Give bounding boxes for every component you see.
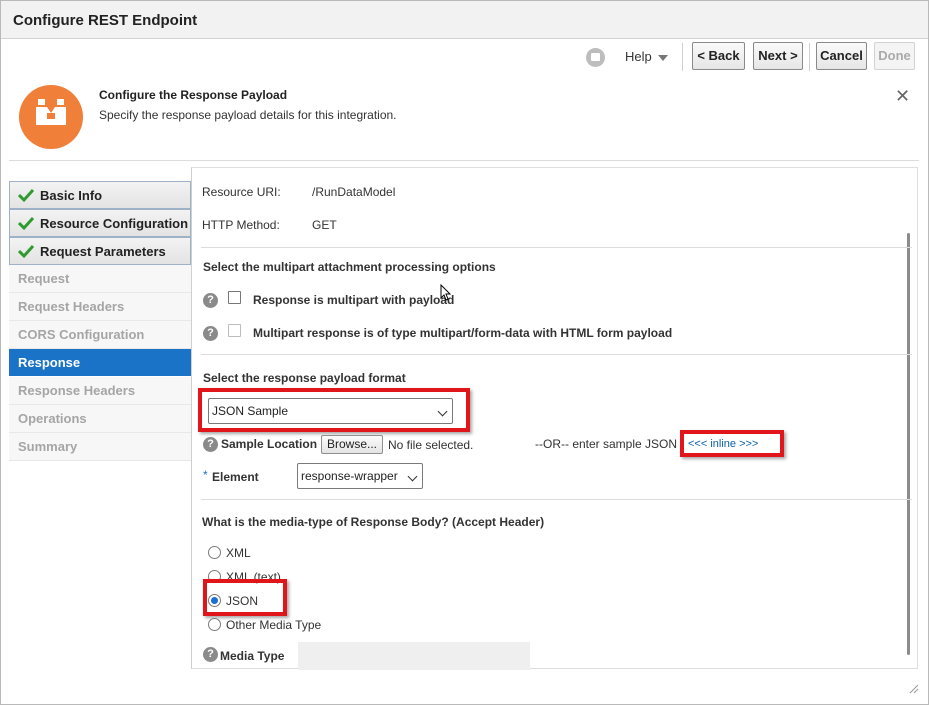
radio-other-media-type[interactable] xyxy=(208,618,221,631)
check-icon xyxy=(18,216,34,231)
highlight-format-select xyxy=(198,388,470,432)
nav-item-response[interactable]: Response xyxy=(9,349,191,377)
nav-item-operations: Operations xyxy=(9,405,191,433)
radio-xml-label: XML xyxy=(226,546,251,560)
highlight-inline-link xyxy=(680,430,784,457)
next-button[interactable]: Next > xyxy=(753,42,803,70)
multipart-payload-label: Response is multipart with payload xyxy=(253,293,455,307)
help-icon[interactable]: ? xyxy=(203,326,218,341)
nav-item-label: Request Parameters xyxy=(40,244,166,259)
wizard-toolbar: Help < Back Next > Cancel Done xyxy=(1,39,928,75)
help-menu[interactable]: Help xyxy=(625,49,668,64)
divider xyxy=(201,247,912,248)
highlight-json-radio xyxy=(203,579,287,616)
multipart-payload-checkbox[interactable] xyxy=(228,291,241,304)
sample-location-label: Sample Location xyxy=(221,437,318,451)
media-type-input[interactable] xyxy=(298,642,530,670)
chevron-down-icon xyxy=(657,54,668,61)
nav-item-resource-configuration[interactable]: Resource Configuration xyxy=(9,209,191,237)
nav-item-request-headers: Request Headers xyxy=(9,293,191,321)
mouse-cursor-icon xyxy=(440,284,452,301)
back-button[interactable]: < Back xyxy=(692,42,745,70)
divider xyxy=(201,499,912,500)
wizard-nav: Basic Info Resource Configuration Reques… xyxy=(9,181,191,461)
toolbar-separator xyxy=(809,43,810,71)
chevron-down-icon xyxy=(407,471,418,482)
nav-item-summary: Summary xyxy=(9,433,191,461)
element-label: Element xyxy=(212,470,259,484)
media-type-heading: What is the media-type of Response Body?… xyxy=(202,515,545,529)
page-header: Configure the Response Payload Specify t… xyxy=(9,77,919,161)
help-label: Help xyxy=(625,49,652,64)
nav-item-request-parameters[interactable]: Request Parameters xyxy=(9,237,191,265)
done-button: Done xyxy=(874,42,915,70)
multipart-form-data-label: Multipart response is of type multipart/… xyxy=(253,326,673,340)
media-type-label: Media Type xyxy=(220,649,285,663)
multipart-form-data-checkbox[interactable] xyxy=(228,324,241,337)
or-sample-json-text: --OR-- enter sample JSON xyxy=(535,437,678,451)
close-icon[interactable]: ✕ xyxy=(895,86,910,107)
required-marker: * xyxy=(203,468,208,482)
no-file-selected-text: No file selected. xyxy=(388,438,474,452)
help-icon[interactable]: ? xyxy=(203,437,218,452)
http-method-value: GET xyxy=(312,218,337,232)
divider xyxy=(201,354,912,355)
nav-item-label: Resource Configuration xyxy=(40,216,189,231)
radio-other-media-type-label: Other Media Type xyxy=(226,618,322,632)
response-payload-icon xyxy=(19,85,83,149)
toolbar-separator xyxy=(682,43,683,71)
element-value: response-wrapper xyxy=(301,469,398,483)
help-icon[interactable]: ? xyxy=(203,647,218,662)
browse-button[interactable]: Browse... xyxy=(321,435,383,454)
radio-xml[interactable] xyxy=(208,546,221,559)
dialog-title: Configure REST Endpoint xyxy=(13,12,198,29)
nav-item-basic-info[interactable]: Basic Info xyxy=(9,181,191,209)
configure-rest-endpoint-dialog: Configure REST Endpoint Help < Back Next… xyxy=(0,0,929,705)
dialog-titlebar[interactable]: Configure REST Endpoint xyxy=(1,1,928,39)
nav-item-response-headers: Response Headers xyxy=(9,377,191,405)
cancel-button[interactable]: Cancel xyxy=(816,42,867,70)
resize-grip-icon[interactable] xyxy=(907,682,919,694)
resource-uri-value: /RunDataModel xyxy=(312,185,396,199)
help-icon[interactable]: ? xyxy=(203,293,218,308)
element-select[interactable]: response-wrapper xyxy=(297,463,423,489)
multipart-heading: Select the multipart attachment processi… xyxy=(203,260,496,274)
check-icon xyxy=(18,188,34,203)
status-icon[interactable] xyxy=(586,48,605,67)
vertical-scrollbar[interactable] xyxy=(907,233,910,655)
page-title: Configure the Response Payload xyxy=(99,88,288,102)
http-method-label: HTTP Method: xyxy=(202,218,280,232)
page-subtitle: Specify the response payload details for… xyxy=(99,108,397,122)
nav-item-label: Basic Info xyxy=(40,188,103,203)
payload-format-heading: Select the response payload format xyxy=(203,371,406,385)
nav-item-cors-configuration: CORS Configuration xyxy=(9,321,191,349)
nav-item-request: Request xyxy=(9,265,191,293)
check-icon xyxy=(18,244,34,259)
resource-uri-label: Resource URI: xyxy=(202,185,281,199)
